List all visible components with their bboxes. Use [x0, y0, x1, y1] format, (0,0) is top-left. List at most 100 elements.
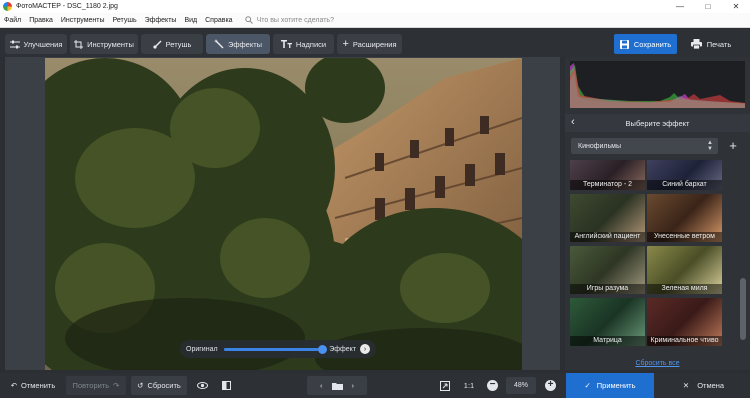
tab-retouch[interactable]: Ретушь — [141, 34, 203, 54]
previous-file-button[interactable]: ‹ — [315, 381, 328, 390]
effects-scrollbar[interactable] — [740, 160, 746, 350]
menu-edit[interactable]: Правка — [25, 17, 57, 24]
menu-help[interactable]: Справка — [201, 17, 236, 24]
app-logo-icon — [3, 2, 12, 11]
effect-tile[interactable]: Зеленая миля — [647, 246, 722, 294]
tab-text[interactable]: Надписи — [273, 34, 334, 54]
effect-label: Терминатор - 2 — [570, 180, 645, 190]
fit-screen-icon — [440, 380, 450, 391]
scrollbar-thumb[interactable] — [740, 278, 746, 340]
print-label: Печать — [706, 39, 732, 49]
sliders-icon — [9, 40, 20, 48]
actual-size-button[interactable]: 1:1 — [459, 376, 479, 395]
check-icon: ✓ — [584, 381, 591, 390]
fit-screen-button[interactable] — [436, 376, 454, 395]
magic-wand-icon — [213, 39, 224, 49]
window-title: ФотоМАСТЕР - DSC_1180 2.jpg — [16, 3, 118, 10]
image-canvas[interactable] — [5, 57, 560, 370]
search-icon — [244, 16, 253, 24]
cancel-label: Отмена — [697, 381, 725, 390]
minimize-button[interactable]: — — [666, 0, 694, 13]
effects-grid: Терминатор - 2 Синий бархат Английский п… — [570, 160, 738, 350]
zoom-out-button[interactable]: − — [487, 380, 498, 391]
undo-icon: ↶ — [10, 381, 17, 390]
histogram — [570, 61, 745, 108]
brush-icon — [152, 40, 162, 49]
crop-icon — [74, 39, 84, 49]
effect-tile[interactable]: Криминальное чтиво — [647, 298, 722, 346]
tab-label: Инструменты — [87, 39, 134, 49]
panel-title: Выберите эффект — [625, 118, 690, 128]
file-navigation: ‹ › — [307, 376, 367, 395]
effect-tile[interactable]: Синий бархат — [647, 160, 722, 190]
close-button[interactable]: ✕ — [722, 0, 750, 13]
preview-eye-button[interactable] — [192, 376, 212, 395]
tab-label: Надписи — [295, 39, 327, 49]
menu-effects[interactable]: Эффекты — [141, 17, 181, 24]
printer-icon — [690, 39, 702, 49]
category-value: Кинофильмы — [578, 142, 621, 150]
save-button[interactable]: Сохранить — [614, 34, 677, 54]
window-controls: — □ ✕ — [666, 0, 750, 13]
cancel-button[interactable]: ✕ Отмена — [657, 373, 750, 398]
back-arrow-icon[interactable]: ‹ — [571, 116, 575, 128]
tab-enhancements[interactable]: Улучшения — [5, 34, 67, 54]
close-icon: ✕ — [682, 381, 690, 390]
effect-label: Криминальное чтиво — [647, 336, 722, 346]
text-icon — [280, 40, 292, 48]
tab-label: Эффекты — [227, 39, 263, 49]
effect-tile[interactable]: Игры разума — [570, 246, 645, 294]
effect-tile[interactable]: Терминатор - 2 — [570, 160, 645, 190]
search-placeholder: Что вы хотите сделать? — [256, 16, 334, 24]
tab-label: Расширения — [352, 39, 397, 49]
menu-file[interactable]: Файл — [0, 17, 25, 24]
title-bar: ФотоМАСТЕР - DSC_1180 2.jpg — □ ✕ — [0, 0, 750, 13]
menu-tools[interactable]: Инструменты — [57, 17, 109, 24]
print-button[interactable]: Печать — [681, 34, 741, 54]
effect-tile[interactable]: Унесенные ветром — [647, 194, 722, 242]
plus-icon: + — [342, 37, 349, 50]
apply-label: Применить — [596, 381, 636, 390]
add-effect-button[interactable]: + — [724, 138, 742, 154]
effect-tile[interactable]: Английский пациент — [570, 194, 645, 242]
apply-button[interactable]: ✓ Применить — [566, 373, 654, 398]
next-file-button[interactable]: › — [347, 381, 360, 390]
reset-label: Сбросить — [147, 381, 181, 390]
menu-search[interactable]: Что вы хотите сделать? — [244, 16, 334, 24]
menu-retouch[interactable]: Ретушь — [109, 17, 141, 24]
zoom-level-field[interactable]: 48% — [506, 377, 536, 394]
tab-tools[interactable]: Инструменты — [70, 34, 138, 54]
menu-bar: Файл Правка Инструменты Ретушь Эффекты В… — [0, 13, 750, 28]
undo-button[interactable]: ↶ Отменить — [5, 376, 61, 395]
compare-handle[interactable] — [317, 344, 327, 354]
maximize-button[interactable]: □ — [694, 0, 722, 13]
effect-label: Зеленая миля — [647, 284, 722, 294]
arrow-right-icon[interactable]: › — [360, 344, 370, 354]
floppy-disk-icon — [619, 39, 629, 49]
reset-button[interactable]: ↺ Сбросить — [131, 376, 187, 395]
reset-all-link[interactable]: Сбросить все — [565, 360, 750, 367]
category-dropdown[interactable]: Кинофильмы ▲ ▼ — [571, 138, 718, 154]
tab-effects[interactable]: Эффекты — [206, 34, 270, 54]
effect-label: Игры разума — [570, 284, 645, 294]
zoom-in-button[interactable]: + — [545, 380, 556, 391]
updown-chevron-icon: ▲ ▼ — [707, 140, 713, 152]
effect-tile[interactable]: Матрица — [570, 298, 645, 346]
effect-label: Матрица — [570, 336, 645, 346]
compare-view-button[interactable] — [216, 376, 236, 395]
main-toolbar: Улучшения Инструменты Ретушь Эффекты Над… — [0, 29, 750, 57]
menu-view[interactable]: Вид — [180, 17, 201, 24]
redo-icon: ↷ — [113, 381, 120, 390]
effects-panel: ‹ Выберите эффект Кинофильмы ▲ ▼ + Термин… — [565, 57, 750, 370]
eye-icon — [196, 382, 208, 389]
compare-slider[interactable]: Оригинал Эффект › — [180, 340, 376, 358]
tab-label: Ретушь — [165, 39, 192, 49]
effect-label: Унесенные ветром — [647, 232, 722, 242]
effect-label: Синий бархат — [647, 180, 722, 190]
redo-button[interactable]: Повторить ↷ — [66, 376, 126, 395]
tab-label: Улучшения — [23, 39, 63, 49]
tab-extensions[interactable]: + Расширения — [337, 34, 402, 54]
folder-icon[interactable] — [331, 382, 343, 390]
photo-preview[interactable] — [45, 58, 522, 370]
compare-track[interactable] — [223, 344, 327, 354]
